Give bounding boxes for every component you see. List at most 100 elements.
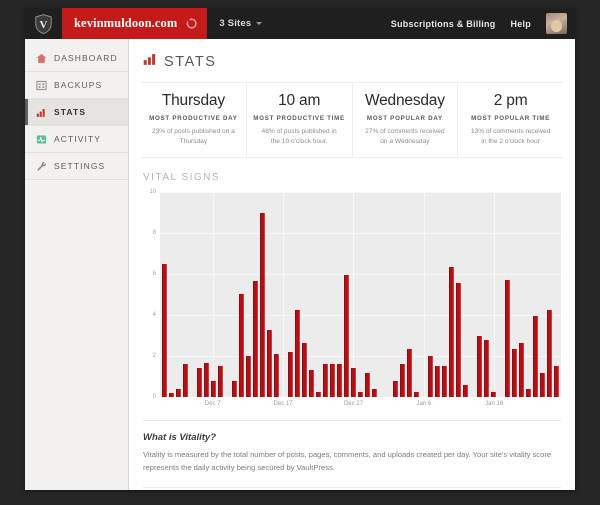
- chart-bar[interactable]: [358, 391, 363, 398]
- chart-bar[interactable]: [435, 366, 440, 398]
- chart-bar-slot[interactable]: [525, 192, 532, 398]
- chart-bar-slot[interactable]: [511, 192, 518, 398]
- chart-bar[interactable]: [540, 372, 545, 398]
- chart-bar-slot[interactable]: [539, 192, 546, 398]
- chart-bar-slot[interactable]: [413, 192, 420, 398]
- chart-bar[interactable]: [344, 275, 349, 398]
- help-link[interactable]: Help: [510, 19, 531, 29]
- chart-bar[interactable]: [267, 330, 272, 398]
- chart-bar-slot[interactable]: [483, 192, 490, 398]
- vaultpress-logo[interactable]: V: [25, 8, 62, 39]
- chart-bar[interactable]: [309, 370, 314, 398]
- chart-bar[interactable]: [554, 366, 559, 398]
- chart-bar-slot[interactable]: [294, 192, 301, 398]
- chart-bar-slot[interactable]: [322, 192, 329, 398]
- chart-bar-slot[interactable]: [448, 192, 455, 398]
- chart-bar-slot[interactable]: [196, 192, 203, 398]
- chart-bar-slot[interactable]: [175, 192, 182, 398]
- chart-bar-slot[interactable]: [532, 192, 539, 398]
- chart-bar-slot[interactable]: [336, 192, 343, 398]
- chart-bar-slot[interactable]: [287, 192, 294, 398]
- chart-bar[interactable]: [253, 281, 258, 398]
- chart-bar-slot[interactable]: [231, 192, 238, 398]
- chart-bar-slot[interactable]: [497, 192, 504, 397]
- chart-bar[interactable]: [288, 352, 293, 398]
- chart-bar-slot[interactable]: [343, 192, 350, 398]
- chart-bar[interactable]: [274, 354, 279, 398]
- sites-switcher[interactable]: 3 Sites: [207, 8, 274, 39]
- chart-bar-slot[interactable]: [308, 192, 315, 398]
- chart-bar-slot[interactable]: [224, 192, 231, 397]
- chart-bar-slot[interactable]: [406, 192, 413, 398]
- chart-bar[interactable]: [456, 283, 461, 398]
- chart-bar[interactable]: [316, 391, 321, 398]
- chart-bar-slot[interactable]: [385, 192, 392, 397]
- chart-bar-slot[interactable]: [378, 192, 385, 397]
- chart-bar[interactable]: [169, 393, 174, 398]
- chart-bar[interactable]: [197, 368, 202, 398]
- chart-bar[interactable]: [519, 342, 524, 398]
- chart-bar[interactable]: [393, 380, 398, 398]
- chart-bar-slot[interactable]: [280, 192, 287, 397]
- chart-bar-slot[interactable]: [245, 192, 252, 398]
- sidebar-item-stats[interactable]: STATS: [25, 99, 128, 126]
- chart-bar-slot[interactable]: [518, 192, 525, 398]
- chart-bar-slot[interactable]: [504, 192, 511, 398]
- sidebar-item-backups[interactable]: BACKUPS: [25, 72, 128, 99]
- chart-bar-slot[interactable]: [238, 192, 245, 398]
- current-site[interactable]: kevinmuldoon.com: [62, 8, 208, 39]
- chart-bar[interactable]: [232, 380, 237, 398]
- chart-bar-slot[interactable]: [350, 192, 357, 398]
- chart-bar[interactable]: [442, 366, 447, 398]
- chart-bar[interactable]: [162, 263, 167, 398]
- chart-bar[interactable]: [463, 384, 468, 398]
- chart-bar-slot[interactable]: [168, 192, 175, 398]
- sidebar-item-dashboard[interactable]: DASHBOARD: [25, 45, 128, 72]
- chart-bar-slot[interactable]: [182, 192, 189, 398]
- chart-bar[interactable]: [400, 364, 405, 398]
- chart-bar-slot[interactable]: [476, 192, 483, 398]
- chart-bar[interactable]: [295, 309, 300, 398]
- chart-bar[interactable]: [526, 388, 531, 398]
- chart-bar-slot[interactable]: [266, 192, 273, 398]
- chart-bar-slot[interactable]: [259, 192, 266, 398]
- chart-bar[interactable]: [505, 280, 510, 398]
- chart-bar[interactable]: [260, 212, 265, 398]
- chart-bar-slot[interactable]: [553, 192, 560, 398]
- chart-bar-slot[interactable]: [315, 192, 322, 398]
- chart-bar-slot[interactable]: [546, 192, 553, 398]
- chart-bar-slot[interactable]: [161, 192, 168, 398]
- sidebar-item-settings[interactable]: SETTINGS: [25, 153, 128, 180]
- chart-bar[interactable]: [477, 335, 482, 398]
- chart-bar[interactable]: [204, 363, 209, 398]
- chart-bar-slot[interactable]: [357, 192, 364, 398]
- chart-bar[interactable]: [218, 366, 223, 398]
- sidebar-item-activity[interactable]: ACTIVITY: [25, 126, 128, 153]
- chart-bar[interactable]: [372, 388, 377, 398]
- chart-bar-slot[interactable]: [455, 192, 462, 398]
- chart-bar[interactable]: [330, 364, 335, 398]
- chart-bar-slot[interactable]: [273, 192, 280, 398]
- chart-bar-slot[interactable]: [441, 192, 448, 398]
- chart-bar[interactable]: [512, 348, 517, 398]
- chart-bar-slot[interactable]: [469, 192, 476, 397]
- chart-bar[interactable]: [183, 364, 188, 398]
- chart-bar-slot[interactable]: [462, 192, 469, 398]
- chart-bar[interactable]: [239, 293, 244, 398]
- chart-bar-slot[interactable]: [420, 192, 427, 397]
- chart-bar[interactable]: [484, 339, 489, 398]
- chart-bar[interactable]: [547, 309, 552, 398]
- chart-bar-slot[interactable]: [364, 192, 371, 398]
- chart-bar[interactable]: [407, 348, 412, 398]
- chart-bar-slot[interactable]: [217, 192, 224, 398]
- chart-bar[interactable]: [351, 368, 356, 398]
- chart-bar[interactable]: [365, 372, 370, 398]
- chart-bar[interactable]: [449, 266, 454, 398]
- chart-bar-slot[interactable]: [399, 192, 406, 398]
- chart-bar[interactable]: [491, 391, 496, 398]
- chart-bar-slot[interactable]: [252, 192, 259, 398]
- chart-bar[interactable]: [302, 342, 307, 398]
- chart-bar-slot[interactable]: [371, 192, 378, 398]
- chart-bar[interactable]: [337, 364, 342, 398]
- chart-bar-slot[interactable]: [427, 192, 434, 398]
